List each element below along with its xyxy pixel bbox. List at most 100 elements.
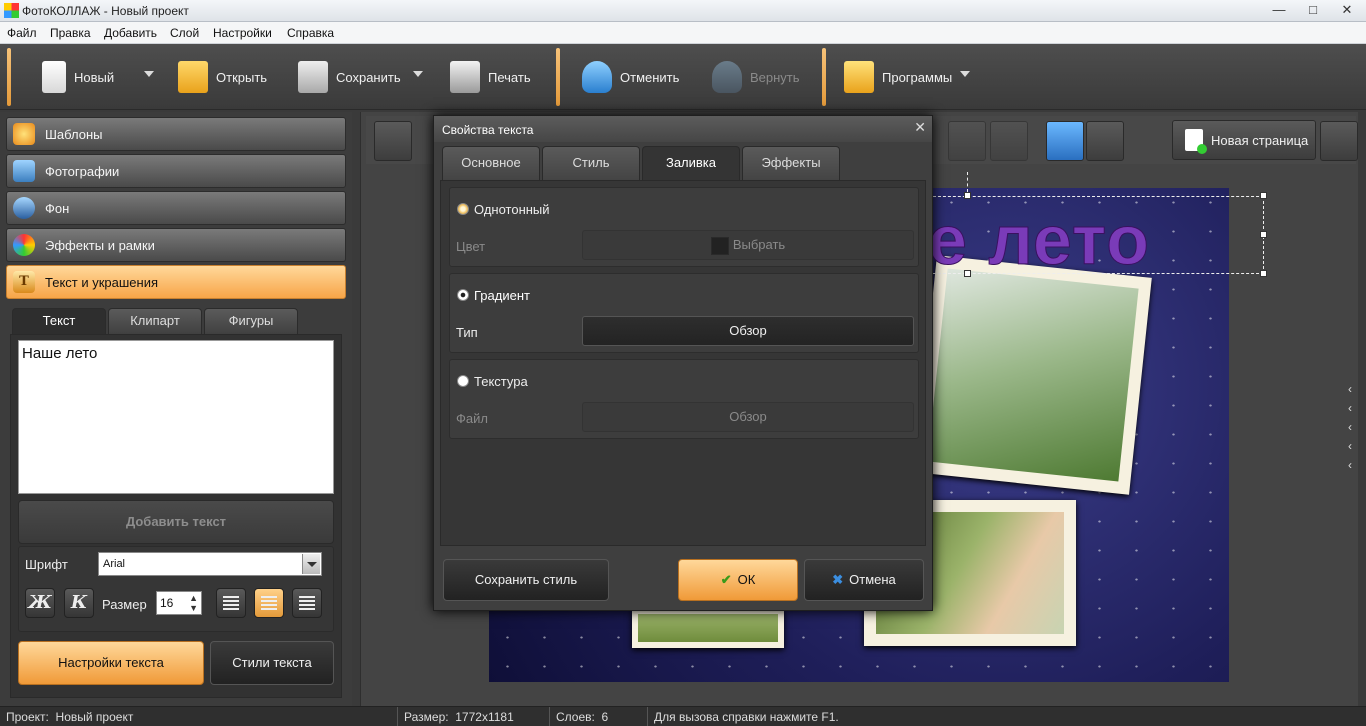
menu-help[interactable]: Справка	[287, 26, 334, 40]
rotate-handle-line	[967, 172, 968, 192]
photo-frame-running-boy[interactable]	[914, 255, 1152, 495]
resize-handle[interactable]	[964, 192, 971, 199]
menu-edit[interactable]: Правка	[50, 26, 91, 40]
bold-button[interactable]: Ж	[25, 588, 55, 618]
dialog-close-button[interactable]: ✕	[914, 119, 926, 136]
align-center-icon	[261, 596, 277, 610]
undo-button[interactable]: Отменить	[582, 54, 679, 100]
sidebar-item-background[interactable]: Фон	[6, 191, 346, 225]
apple-effect-icon[interactable]	[948, 121, 986, 161]
text-styles-button[interactable]: Стили текста	[210, 641, 334, 685]
tab-fill[interactable]: Заливка	[642, 146, 740, 180]
tab-style[interactable]: Стиль	[542, 146, 640, 180]
align-center-button[interactable]	[254, 588, 284, 618]
gradient-radio[interactable]	[457, 289, 469, 301]
maximize-button[interactable]: □	[1296, 0, 1330, 22]
layer-order-icon[interactable]	[374, 121, 412, 161]
tab-text[interactable]: Текст	[12, 308, 106, 334]
resize-handle[interactable]	[1260, 192, 1267, 199]
resize-handle[interactable]	[1260, 270, 1267, 277]
font-label: Шрифт	[25, 557, 68, 572]
ok-button[interactable]: ✔ ОК	[678, 559, 798, 601]
sidebar-item-effects[interactable]: Эффекты и рамки	[6, 228, 346, 262]
print-label: Печать	[488, 69, 531, 85]
solid-radio[interactable]	[457, 203, 469, 215]
tab-effects[interactable]: Эффекты	[742, 146, 840, 180]
solid-label: Однотонный	[474, 202, 550, 217]
new-page-icon	[1185, 129, 1207, 154]
sidebar-item-label: Шаблоны	[45, 126, 103, 142]
gradient-browse-button[interactable]: Обзор	[582, 316, 914, 346]
selection-box	[928, 196, 1264, 274]
new-page-label: Новая страница	[1211, 132, 1309, 148]
resize-handle[interactable]	[1260, 231, 1267, 238]
save-dropdown-arrow[interactable]	[413, 71, 423, 77]
align-right-button[interactable]	[292, 588, 322, 618]
resize-handle[interactable]	[964, 270, 971, 277]
ok-label: ОК	[737, 572, 756, 587]
sidebar-item-templates[interactable]: Шаблоны	[6, 117, 346, 151]
stepper-arrows-icon[interactable]: ▲ ▼	[189, 593, 198, 613]
italic-button[interactable]: К	[64, 588, 94, 618]
status-project-value: Новый проект	[55, 710, 134, 724]
texture-browse-button[interactable]: Обзор	[582, 402, 914, 432]
new-page-button[interactable]: Новая страница	[1172, 120, 1316, 160]
size-label: Размер	[102, 597, 147, 612]
align-left-button[interactable]	[216, 588, 246, 618]
redo-arrow-icon	[712, 61, 742, 93]
cross-icon: ✖	[832, 572, 844, 587]
checkmark-icon: ✔	[720, 572, 732, 587]
sidebar-item-text[interactable]: T Текст и украшения	[6, 265, 346, 299]
text-input-area[interactable]: Наше лето	[18, 340, 334, 494]
gradient-label: Градиент	[474, 288, 530, 303]
chevron-down-icon[interactable]	[302, 554, 320, 574]
close-window-button[interactable]: ✕	[1330, 0, 1364, 22]
texture-radio[interactable]	[457, 375, 469, 387]
undo-arrow-icon	[582, 61, 612, 93]
expand-panel-arrows[interactable]: ‹ ‹ ‹ ‹ ‹	[1348, 380, 1362, 472]
open-label: Открыть	[216, 69, 268, 85]
minimize-button[interactable]: —	[1262, 0, 1296, 22]
gift-box-icon	[844, 61, 874, 93]
programs-button[interactable]: Программы	[844, 54, 952, 100]
redo-label: Вернуть	[750, 69, 800, 85]
print-button[interactable]: Печать	[450, 54, 531, 100]
status-size-value: 1772x1181	[455, 710, 514, 724]
size-stepper[interactable]: 16 ▲ ▼	[156, 591, 202, 615]
programs-dropdown-arrow[interactable]	[960, 71, 970, 77]
redo-button[interactable]: Вернуть	[712, 54, 800, 100]
brush-icon[interactable]	[990, 121, 1028, 161]
menu-settings[interactable]: Настройки	[213, 26, 272, 40]
undo-label: Отменить	[620, 69, 680, 85]
tab-shapes[interactable]: Фигуры	[204, 308, 298, 334]
floppy-icon	[298, 61, 328, 93]
add-text-button[interactable]: Добавить текст	[18, 500, 334, 544]
tab-basic[interactable]: Основное	[442, 146, 540, 180]
text-icon: T	[13, 271, 35, 293]
open-button[interactable]: Открыть	[178, 54, 267, 100]
lock-icon[interactable]	[1086, 121, 1124, 161]
tab-clipart[interactable]: Клипарт	[108, 308, 202, 334]
save-button[interactable]: Сохранить	[298, 54, 401, 100]
choose-color-button[interactable]: Выбрать	[582, 230, 914, 260]
menu-file[interactable]: Файл	[7, 26, 37, 40]
new-document-icon	[42, 61, 66, 93]
gear-icon[interactable]	[1046, 121, 1084, 161]
new-dropdown-arrow[interactable]	[144, 71, 154, 77]
text-properties-dialog: Свойства текста ✕ Основное Стиль Заливка…	[433, 115, 933, 611]
text-settings-button[interactable]: Настройки текста	[18, 641, 204, 685]
menu-add[interactable]: Добавить	[104, 26, 157, 40]
save-style-button[interactable]: Сохранить стиль	[443, 559, 609, 601]
page-settings-icon[interactable]	[1320, 121, 1358, 161]
paint-icon	[13, 197, 35, 219]
menu-layer[interactable]: Слой	[170, 26, 199, 40]
font-select[interactable]: Arial	[98, 552, 322, 576]
photo-frame-bottom[interactable]	[632, 608, 784, 648]
status-size: Размер: 1772x1181	[398, 707, 550, 726]
status-project-label: Проект:	[6, 710, 49, 724]
folder-icon	[178, 61, 208, 93]
cancel-button[interactable]: ✖ Отмена	[804, 559, 924, 601]
sidebar-item-photos[interactable]: Фотографии	[6, 154, 346, 188]
new-button[interactable]: Новый	[42, 54, 114, 100]
text-panel-tabs: Текст Клипарт Фигуры	[10, 306, 342, 334]
